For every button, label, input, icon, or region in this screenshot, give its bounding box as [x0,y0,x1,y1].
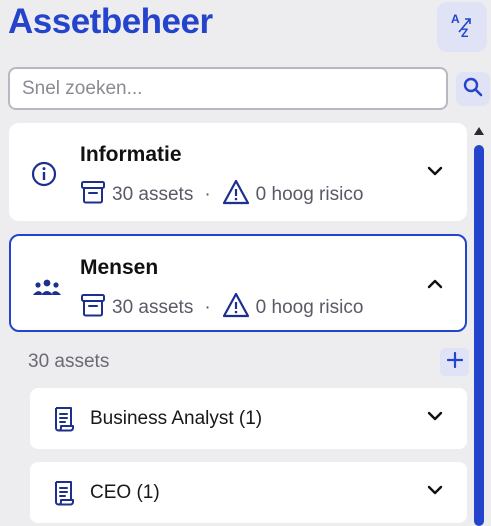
chevron-down-icon[interactable] [427,408,443,429]
category-card-mensen[interactable]: Mensen 30 assets · 0 hoog risico [9,234,467,332]
asset-item-label: Business Analyst (1) [90,408,263,429]
scroll-up-arrow[interactable] [472,124,486,142]
asset-count-label: 30 assets [28,351,110,372]
category-card-informatie[interactable]: Informatie 30 assets · 0 hoog risico [9,123,467,221]
risk-count: 0 hoog risico [255,184,364,205]
warning-icon [222,179,256,211]
asset-item[interactable]: Business Analyst (1) [30,388,467,449]
risk-count: 0 hoog risico [255,297,364,318]
search-icon [463,77,483,102]
plus-icon [446,351,463,373]
document-icon [52,406,76,437]
archive-icon [80,179,112,211]
chevron-up-icon[interactable] [427,276,443,297]
people-icon [31,278,63,303]
warning-icon [222,292,256,324]
separator: · [204,184,211,205]
archive-icon [80,292,112,324]
category-meta: 30 assets · 0 hoog risico [80,292,363,324]
chevron-down-icon[interactable] [427,163,443,184]
category-meta: 30 assets · 0 hoog risico [80,179,363,211]
page-title: Assetbeheer [8,2,213,41]
sort-az-icon: A Z [448,10,476,45]
add-asset-button[interactable] [440,348,469,376]
chevron-down-icon[interactable] [427,482,443,503]
asset-count: 30 assets [112,297,194,318]
document-icon [52,480,76,511]
category-name: Mensen [80,256,159,279]
scrollbar-thumb[interactable] [474,145,484,526]
asset-count: 30 assets [112,184,194,205]
asset-item[interactable]: CEO (1) [30,462,467,523]
search-input[interactable] [8,67,448,110]
separator: · [204,297,211,318]
svg-text:A: A [451,12,460,26]
asset-item-label: CEO (1) [90,482,160,503]
search-button[interactable] [456,72,490,106]
category-name: Informatie [80,143,182,166]
info-icon [31,161,57,192]
sort-button[interactable]: A Z [437,2,487,52]
